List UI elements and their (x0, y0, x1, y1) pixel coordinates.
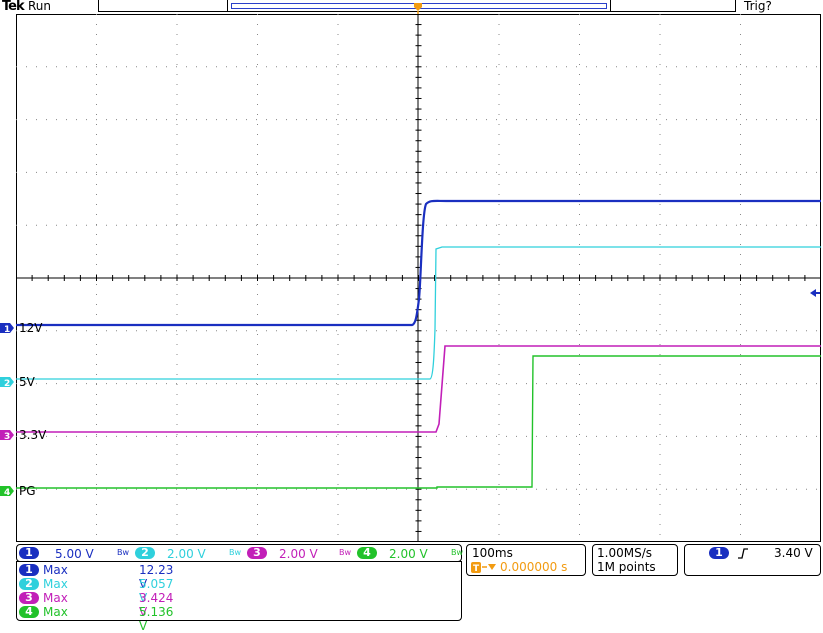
ch4-scale: 2.00 V (389, 547, 428, 561)
meas3-badge: 3 (19, 592, 39, 604)
meas2-type: Max (43, 577, 68, 591)
svg-text:2: 2 (4, 379, 10, 388)
measurement-row: 1 Max 12.23 V (19, 563, 173, 591)
horizontal-timebase-panel[interactable]: 100ms T 0.000000 s (466, 544, 586, 576)
ch3-scale: 2.00 V (279, 547, 318, 561)
measurement-row: 2 Max 5.057 V (19, 577, 173, 605)
record-length: 1M points (597, 560, 656, 574)
ch1-scale: 5.00 V (55, 547, 94, 561)
ch1-ground-marker[interactable]: 1 (0, 322, 15, 334)
sample-rate: 1.00MS/s (597, 546, 652, 560)
meas4-type: Max (43, 605, 68, 619)
ch1-label: 12V (19, 321, 43, 335)
svg-text:4: 4 (4, 488, 10, 497)
ch4-bw-limit: Bw (451, 548, 464, 557)
ch3-label: 3.3V (19, 428, 47, 442)
ch3-badge: 3 (247, 547, 267, 559)
ch2-label: 5V (19, 375, 35, 389)
ch2-scale: 2.00 V (167, 547, 206, 561)
ch4-badge: 4 (357, 547, 377, 559)
ch2-bw-limit: Bw (229, 548, 242, 557)
measurement-row: 3 Max 3.424 V (19, 591, 173, 619)
meas4-value: 5.136 V (139, 605, 174, 633)
brand-logo: Tek (2, 0, 25, 14)
waveform-graticule[interactable] (16, 14, 821, 542)
svg-text:1: 1 (4, 325, 10, 334)
rising-edge-icon (738, 548, 748, 559)
time-per-div: 100ms (472, 546, 513, 560)
ch1-bw-limit: Bw (117, 548, 130, 557)
meas1-badge: 1 (19, 564, 39, 576)
trigger-status: Trig? (744, 0, 772, 13)
svg-text:T: T (473, 564, 480, 574)
trigger-level: 3.40 V (774, 546, 813, 560)
ch4-ground-marker[interactable]: 4 (0, 485, 15, 497)
acquisition-status: Run (28, 0, 52, 13)
acquisition-panel[interactable]: 1.00MS/s 1M points (592, 544, 678, 576)
vertical-scale-panel[interactable]: 1 5.00 V Bw 2 2.00 V Bw 3 2.00 V Bw 4 2.… (16, 544, 464, 562)
meas3-type: Max (43, 591, 68, 605)
trigger-panel[interactable]: 1 3.40 V (684, 544, 821, 576)
ch1-badge: 1 (19, 547, 39, 559)
svg-text:3: 3 (4, 432, 10, 441)
ch2-ground-marker[interactable]: 2 (0, 376, 15, 388)
meas2-badge: 2 (19, 578, 39, 590)
ch2-badge: 2 (135, 547, 155, 559)
ch4-label: PG (19, 484, 36, 498)
trigger-delay-value: 0.000000 s (500, 560, 568, 574)
measurement-panel[interactable]: 1 Max 12.23 V 2 Max 5.057 V 3 Max 3.424 … (16, 561, 462, 633)
trigger-delay-icon: T (471, 562, 496, 574)
trigger-source-badge: 1 (709, 547, 729, 559)
ch3-ground-marker[interactable]: 3 (0, 429, 15, 441)
meas4-badge: 4 (19, 606, 39, 618)
measurement-row: 4 Max 5.136 V (19, 605, 173, 633)
ch3-bw-limit: Bw (339, 548, 352, 557)
meas1-type: Max (43, 563, 68, 577)
